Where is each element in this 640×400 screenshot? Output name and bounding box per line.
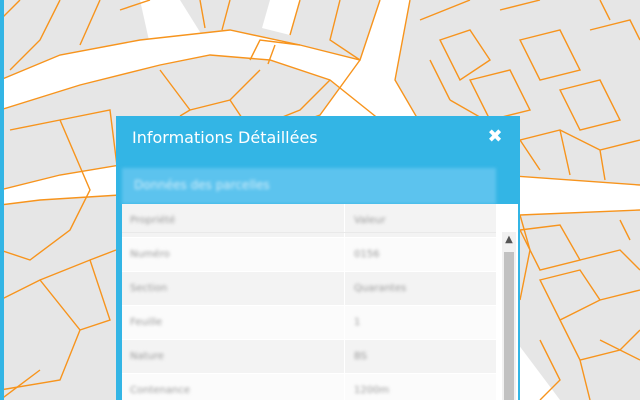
close-button[interactable]: ✖ [484,126,506,148]
row-key: Propriété [130,215,176,226]
row-key: Section [130,283,168,294]
row-key: Numéro [130,249,170,260]
close-icon: ✖ [487,126,503,147]
row-value: 1 [354,317,361,328]
left-edge-bar [0,0,4,400]
row-key: Nature [130,351,164,362]
details-table: Propriété Valeur Numéro 0156 Section Qua… [122,204,496,400]
table-divider [122,232,496,233]
section-heading: Données des parcelles [134,178,270,192]
modal-header: Informations Détaillées ✖ [116,116,520,160]
table-row: Numéro 0156 [122,238,496,272]
modal-title: Informations Détaillées [132,128,318,147]
chevron-up-icon: ▲ [505,234,513,245]
row-divider [344,374,345,400]
details-modal: Informations Détaillées ✖ Données des pa… [116,116,520,400]
table-scrollbar[interactable]: ▲ [502,232,516,400]
row-divider [344,272,345,305]
table-row: Contenance 1200m [122,374,496,400]
row-value: 0156 [354,249,380,260]
row-key: Contenance [130,385,190,396]
table-row: Section Quarantes [122,272,496,306]
row-divider [344,340,345,373]
row-value: BS [354,351,368,362]
row-key: Feuille [130,317,163,328]
section-heading-bar: Données des parcelles [122,168,496,204]
scroll-up-button[interactable]: ▲ [502,232,516,248]
table-row: Nature BS [122,340,496,374]
table-row: Feuille 1 [122,306,496,340]
row-value: Quarantes [354,283,407,294]
row-divider [344,306,345,339]
row-divider [344,238,345,271]
row-value: 1200m [354,385,390,396]
modal-content: Propriété Valeur Numéro 0156 Section Qua… [122,204,518,400]
row-value: Valeur [354,215,386,226]
scrollbar-thumb[interactable] [504,252,514,400]
